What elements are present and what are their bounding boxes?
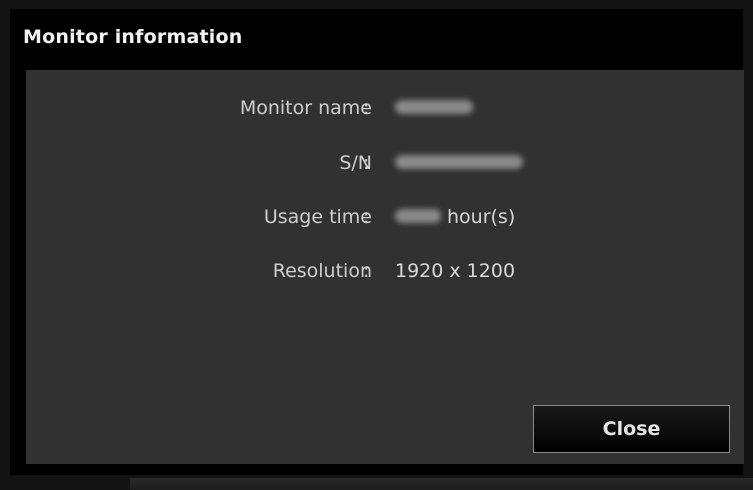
redacted-usage-hours [395,209,441,223]
resolution-row: Resolution : 1920 x 1200 [26,260,744,290]
resolution-label: Resolution [272,260,372,282]
dialog-title: Monitor information [23,26,243,48]
usage-time-value: hour(s) [395,206,515,228]
usage-time-unit: hour(s) [447,206,516,228]
usage-time-separator: : [363,206,370,228]
serial-number-row: S/N : [26,152,744,182]
usage-time-label: Usage time [263,206,372,228]
monitor-name-value [395,97,473,119]
redacted-serial-number [395,155,523,169]
serial-number-value [395,152,523,174]
monitor-name-label: Monitor name [239,97,372,119]
resolution-separator: : [363,260,370,282]
monitor-name-row: Monitor name : [26,97,744,127]
close-button[interactable]: Close [533,405,730,453]
monitor-name-separator: : [363,97,370,119]
resolution-value: 1920 x 1200 [395,260,516,282]
serial-number-separator: : [363,152,370,174]
background-window-edge [130,478,753,490]
redacted-monitor-name [395,100,473,114]
usage-time-row: Usage time : hour(s) [26,206,744,236]
